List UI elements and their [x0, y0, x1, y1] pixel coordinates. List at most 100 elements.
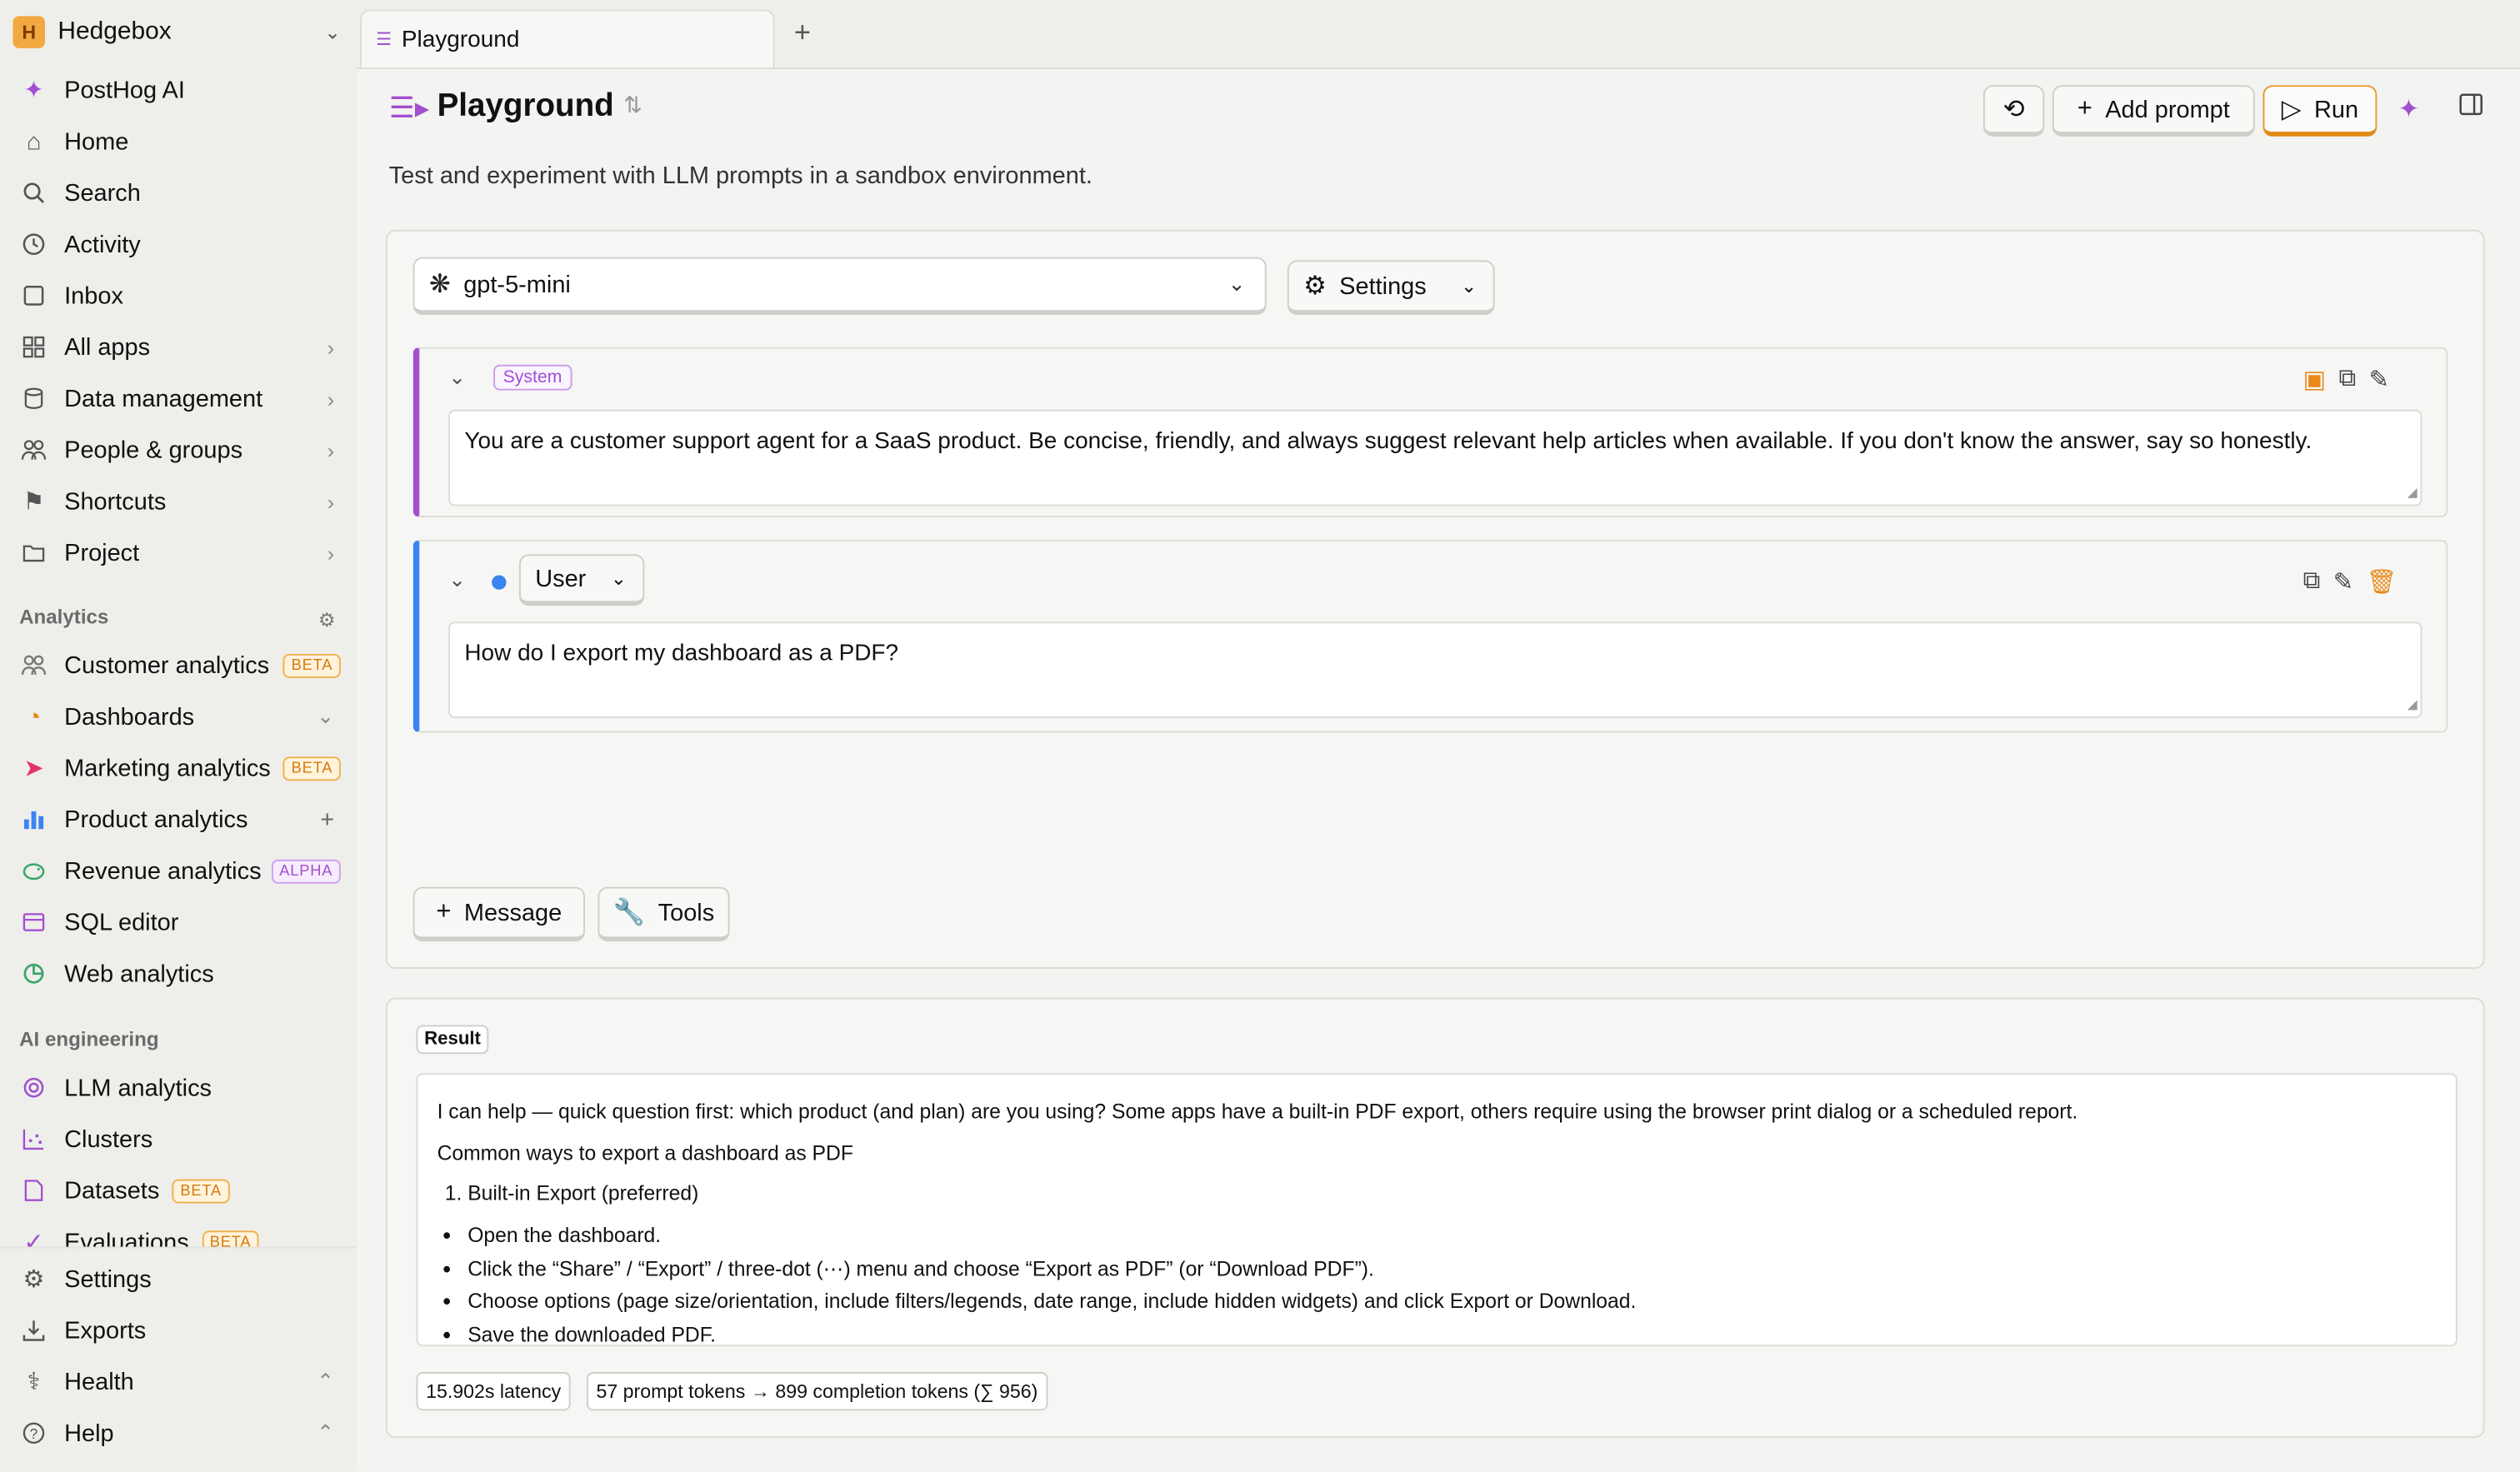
run-button[interactable]: ▷ Run — [2262, 85, 2378, 137]
sidebar-item-customer-analytics[interactable]: Customer analytics BETA — [12, 642, 347, 687]
chevron-right-icon: › — [327, 489, 335, 514]
sidebar-item-data-management[interactable]: Data management › — [12, 376, 347, 421]
gear-icon[interactable]: ⚙ — [318, 609, 336, 631]
check-icon: ✓ — [23, 1229, 44, 1247]
sidebar-item-label: Project — [64, 539, 140, 566]
inbox-icon — [19, 282, 48, 311]
sidebar-item-health[interactable]: ⚕ Health ⌃ — [12, 1360, 347, 1405]
sidebar-item-label: Product analytics — [64, 806, 248, 833]
new-tab-button[interactable]: + — [794, 16, 811, 50]
sidebar-scroll[interactable]: H Hedgebox ⌄ ✦ PostHog AI ⌂ Home Search — [0, 0, 357, 1247]
sidebar-item-shortcuts[interactable]: ⚑ Shortcuts › — [12, 479, 347, 524]
role-indicator-dot — [492, 575, 507, 590]
sidebar: H Hedgebox ⌄ ✦ PostHog AI ⌂ Home Search — [0, 0, 358, 1472]
result-intro: I can help — quick question first: which… — [437, 1099, 2078, 1124]
system-message: ⌄ System ▣ ⧉ ✎ You are a customer suppor… — [412, 347, 2448, 518]
sidebar-item-label: Datasets — [64, 1176, 160, 1205]
add-prompt-button[interactable]: + Add prompt — [2052, 85, 2255, 137]
latency-badge: 15.902s latency — [416, 1372, 571, 1411]
sidebar-item-help[interactable]: ? Help ⌃ — [12, 1410, 347, 1455]
sidebar-item-revenue-analytics[interactable]: Revenue analytics ALPHA — [12, 848, 347, 893]
sidebar-toggle-icon[interactable] — [2459, 93, 2483, 124]
model-select[interactable]: ❋ gpt-5-mini ⌄ — [412, 257, 1267, 316]
system-prompt-textarea[interactable]: You are a customer support agent for a S… — [448, 409, 2422, 506]
copy-icon[interactable]: ⧉ — [2338, 365, 2356, 394]
sidebar-item-label: Home — [64, 127, 129, 156]
tools-button[interactable]: 🔧 Tools — [598, 886, 730, 942]
sidebar-item-posthog-ai[interactable]: ✦ PostHog AI — [12, 67, 347, 112]
sidebar-item-project[interactable]: Project › — [12, 530, 347, 575]
message-tools: ⧉ ✎ 🗑 — [2303, 567, 2398, 596]
sidebar-item-web-analytics[interactable]: Web analytics — [12, 951, 347, 996]
tab-playground[interactable]: ☰ Playground — [360, 9, 775, 68]
add-prompt-label: Add prompt — [2105, 95, 2230, 123]
sidebar-item-llm-analytics[interactable]: LLM analytics — [12, 1065, 347, 1110]
sidebar-item-datasets[interactable]: Datasets BETA — [12, 1168, 347, 1213]
resize-grip-icon[interactable]: ◢ — [2408, 696, 2418, 713]
sidebar-item-home[interactable]: ⌂ Home — [12, 119, 347, 164]
download-icon — [19, 1316, 48, 1345]
chevron-right-icon: › — [327, 437, 335, 462]
resize-grip-icon[interactable]: ◢ — [2408, 485, 2418, 501]
sidebar-item-search[interactable]: Search — [12, 170, 347, 215]
sidebar-item-exports[interactable]: Exports — [12, 1308, 347, 1353]
plus-icon[interactable]: + — [320, 806, 334, 833]
plus-icon: + — [436, 898, 452, 926]
chevron-down-icon: ⌄ — [317, 703, 335, 728]
add-message-button[interactable]: + Message — [412, 886, 586, 942]
workspace-switcher[interactable]: H Hedgebox ⌄ — [12, 12, 347, 51]
user-message-textarea[interactable]: How do I export my dashboard as a PDF? ◢ — [448, 621, 2422, 719]
chevron-updown-icon[interactable]: ⇅ — [623, 92, 642, 119]
pencil-icon[interactable]: ✎ — [2333, 567, 2353, 596]
sidebar-item-label: Search — [64, 179, 141, 207]
copy-icon[interactable]: ⧉ — [2303, 567, 2321, 596]
tab-label: Playground — [401, 26, 520, 52]
chevron-down-icon[interactable]: ⌄ — [448, 567, 466, 593]
sidebar-item-clusters[interactable]: Clusters — [12, 1116, 347, 1161]
list-item: Built-in Export (preferred) — [468, 1181, 2437, 1208]
folder-icon — [19, 538, 48, 567]
chevron-right-icon: › — [327, 540, 335, 565]
scatter-icon — [19, 1125, 48, 1154]
history-button[interactable]: ⟲ — [1982, 85, 2045, 137]
sidebar-item-label: Settings — [64, 1265, 152, 1293]
settings-button[interactable]: ⚙ Settings ⌄ — [1287, 260, 1495, 316]
role-label: User — [535, 564, 587, 592]
gauge-icon: ◔ — [26, 702, 42, 731]
sidebar-item-evaluations[interactable]: ✓ Evaluations BETA — [12, 1220, 347, 1247]
trash-icon[interactable]: 🗑 — [2366, 567, 2397, 596]
sidebar-item-label: Shortcuts — [64, 487, 167, 516]
search-icon — [19, 178, 48, 207]
sidebar-item-activity[interactable]: Activity — [12, 222, 347, 267]
magic-edit-icon[interactable]: ▣ — [2303, 365, 2326, 394]
message-tools: ▣ ⧉ ✎ — [2303, 365, 2389, 394]
chevron-down-icon[interactable]: ⌄ — [448, 365, 466, 391]
gear-icon: ⚙ — [1303, 272, 1327, 301]
main-panel: ☰▸ Playground ⇅ Test and experiment with… — [357, 67, 2520, 1472]
sparkle-icon[interactable]: ✦ — [2398, 93, 2419, 126]
role-select[interactable]: User ⌄ — [518, 554, 645, 606]
list-item: Open the dashboard. — [468, 1222, 2437, 1249]
sidebar-item-people-groups[interactable]: People & groups › — [12, 427, 347, 472]
sql-icon — [19, 908, 48, 937]
sidebar-item-label: Exports — [64, 1316, 147, 1345]
sidebar-item-all-apps[interactable]: All apps › — [12, 325, 347, 370]
chevron-down-icon: ⌄ — [324, 21, 341, 44]
sidebar-item-product-analytics[interactable]: Product analytics + — [12, 797, 347, 842]
list-item: Click the “Share” / “Export” / three-dot… — [468, 1255, 2437, 1282]
sidebar-item-sql-editor[interactable]: SQL editor — [12, 900, 347, 945]
result-output[interactable]: I can help — quick question first: which… — [416, 1073, 2458, 1347]
sidebar-item-settings[interactable]: ⚙ Settings — [12, 1256, 347, 1301]
beta-badge: BETA — [172, 1178, 230, 1203]
chevron-right-icon: › — [327, 386, 335, 411]
chevron-down-icon: ⌄ — [1228, 271, 1246, 296]
sidebar-item-dashboards[interactable]: ◔ Dashboards ⌄ — [12, 694, 347, 739]
sidebar-item-label: People & groups — [64, 436, 243, 464]
document-icon — [19, 1176, 48, 1205]
help-icon: ? — [19, 1419, 48, 1448]
sidebar-item-marketing-analytics[interactable]: ➤ Marketing analytics BETA — [12, 746, 347, 791]
list-item: Save the downloaded PDF. — [468, 1322, 2437, 1345]
pencil-icon[interactable]: ✎ — [2369, 365, 2389, 394]
run-label: Run — [2313, 95, 2359, 123]
sidebar-item-inbox[interactable]: Inbox — [12, 273, 347, 318]
